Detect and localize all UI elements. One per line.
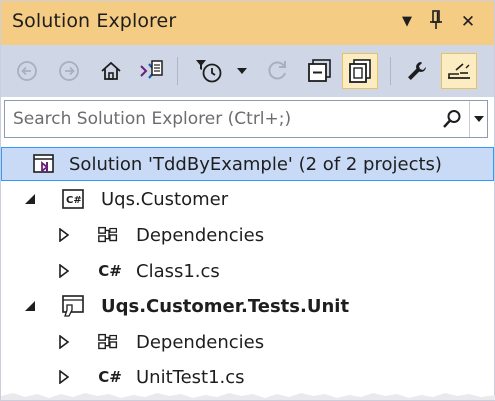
pending-changes-filter-button[interactable]: [189, 53, 233, 89]
collapse-all-icon: [308, 59, 331, 82]
sync-button[interactable]: [259, 53, 295, 89]
preview-selected-items-icon: [448, 63, 470, 79]
back-icon: [17, 61, 37, 81]
dependencies-icon: [97, 223, 121, 247]
tree-item-label: Uqs.Customer: [101, 188, 229, 210]
search-icon: [443, 110, 461, 128]
collapsed-arrow-icon[interactable]: [57, 370, 71, 384]
search-input[interactable]: [5, 101, 435, 137]
chevron-down-icon: [237, 68, 247, 74]
tree-item-label: Uqs.Customer.Tests.Unit: [101, 295, 350, 317]
tree-item-label: UnitTest1.cs: [136, 366, 245, 388]
tree-item-label: Class1.cs: [136, 260, 220, 282]
sync-icon: [268, 61, 286, 80]
window-options-dropdown[interactable]: ▼: [396, 10, 418, 34]
tree-item-label: Solution 'TddByExample' (2 of 2 projects…: [69, 153, 442, 175]
switch-views-icon: [140, 60, 163, 79]
search-options-dropdown[interactable]: [469, 101, 487, 137]
csharp-file-icon: C#: [98, 262, 122, 280]
solution-tree: Solution 'TddByExample' (2 of 2 projects…: [1, 141, 494, 401]
window-title: Solution Explorer: [12, 10, 177, 32]
chevron-down-icon: [473, 116, 484, 122]
show-all-files-button[interactable]: [342, 53, 378, 89]
csharp-file-icon: C#: [98, 368, 122, 386]
tree-item-solution[interactable]: Solution 'TddByExample' (2 of 2 projects…: [1, 147, 494, 181]
tree-item-dependencies[interactable]: Dependencies: [1, 324, 494, 360]
tree-item-label: Dependencies: [136, 331, 265, 353]
pending-changes-filter-icon: [196, 60, 222, 83]
tree-item-file[interactable]: C# Class1.cs: [1, 253, 494, 289]
collapsed-arrow-icon[interactable]: [57, 335, 71, 349]
home-button[interactable]: [93, 53, 129, 89]
title-bar: Solution Explorer ▼ ✕: [1, 1, 494, 45]
collapsed-arrow-icon[interactable]: [57, 264, 71, 278]
dependencies-icon: [97, 330, 121, 354]
tree-item-dependencies[interactable]: Dependencies: [1, 217, 494, 253]
switch-views-button[interactable]: [133, 53, 169, 89]
tree-item-test-project[interactable]: Uqs.Customer.Tests.Unit: [1, 288, 494, 324]
back-button[interactable]: [9, 53, 45, 89]
forward-icon: [59, 61, 79, 81]
test-project-icon: [61, 294, 85, 318]
expanded-arrow-icon[interactable]: [23, 299, 37, 313]
torn-edge: [1, 393, 495, 400]
svg-text:C#: C#: [66, 195, 82, 206]
search-box: [4, 100, 488, 138]
search-button[interactable]: [437, 101, 467, 137]
wrench-icon: [408, 62, 426, 80]
collapse-all-button[interactable]: [302, 53, 338, 89]
close-icon[interactable]: ✕: [457, 10, 479, 34]
toolbar: [1, 45, 494, 97]
tree-item-project[interactable]: C# Uqs.Customer: [1, 181, 494, 217]
csharp-project-icon: C#: [61, 187, 85, 211]
expanded-arrow-icon[interactable]: [23, 192, 37, 206]
pin-icon[interactable]: [425, 10, 447, 34]
home-icon: [101, 61, 121, 80]
show-all-files-icon: [349, 59, 371, 83]
toolbar-separator: [390, 57, 391, 85]
properties-button[interactable]: [399, 53, 435, 89]
tree-item-label: Dependencies: [136, 224, 265, 246]
solution-icon: [32, 152, 56, 176]
filter-dropdown[interactable]: [233, 53, 251, 89]
collapsed-arrow-icon[interactable]: [57, 228, 71, 242]
toolbar-separator: [177, 57, 178, 85]
preview-selected-items-button[interactable]: [441, 53, 477, 89]
solution-explorer-window: Solution Explorer ▼ ✕ Search Solution Ex…: [0, 0, 495, 401]
forward-button[interactable]: [51, 53, 87, 89]
